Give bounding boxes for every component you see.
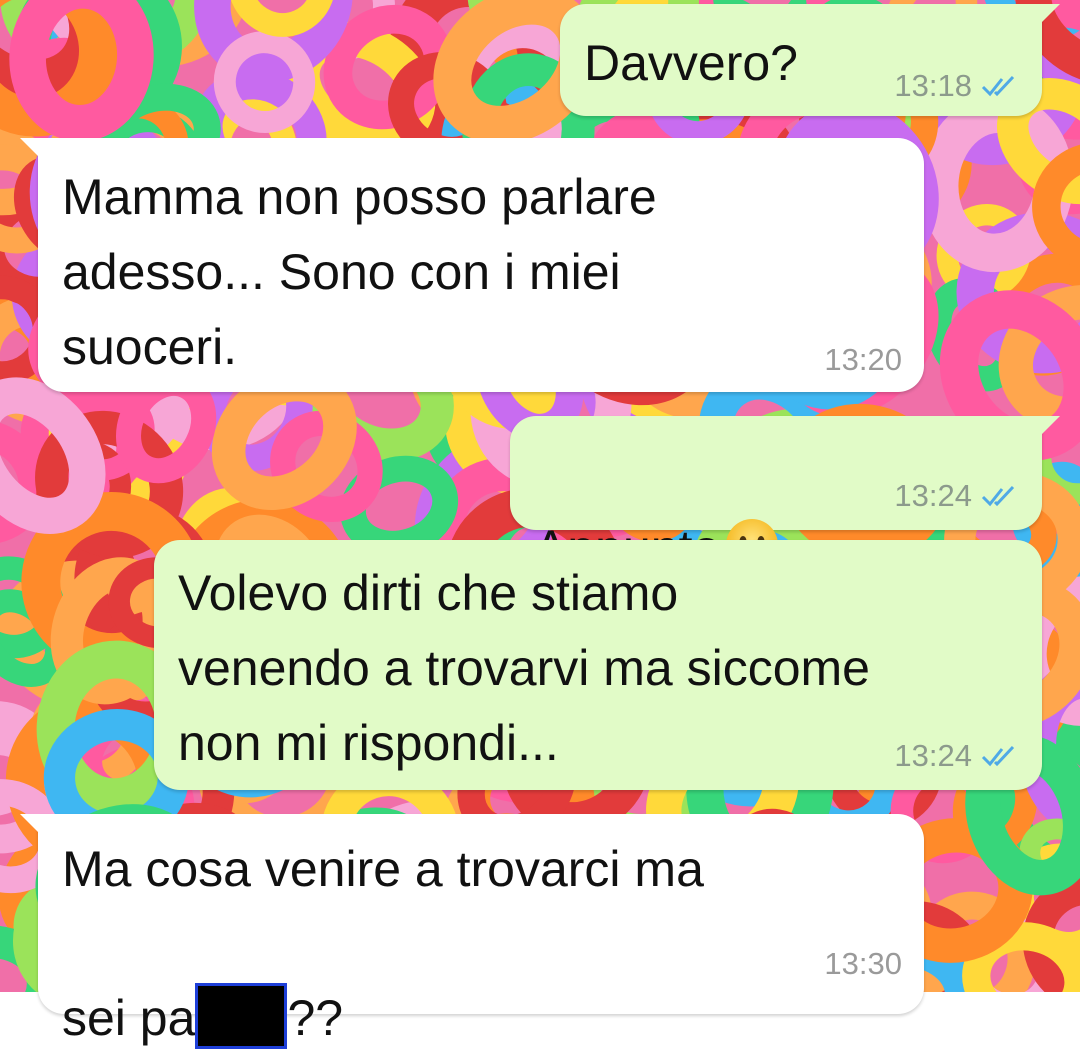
double-check-icon (981, 75, 1015, 97)
timestamp: 13:24 (894, 738, 972, 773)
redaction-box (195, 983, 288, 1049)
message-text: sei pa (62, 990, 196, 1046)
message-text: Mamma non posso parlare adesso... Sono c… (62, 169, 657, 375)
message-text: Volevo dirti che stiamo venendo a trovar… (178, 565, 870, 771)
message-text: Ma cosa venire a trovarci ma (62, 841, 704, 897)
message-bubble-outgoing[interactable]: Appunto 13:24 (510, 416, 1060, 576)
message-time: 13:20 (824, 342, 902, 378)
timestamp: 13:20 (824, 342, 902, 377)
message-time: 13:24 (894, 478, 1020, 514)
timestamp: 13:30 (824, 946, 902, 981)
message-bubble-outgoing[interactable]: Volevo dirti che stiamo venendo a trovar… (154, 540, 1042, 790)
message-bubble-incoming[interactable]: Ma cosa venire a trovarci ma sei pa?? 13… (20, 814, 924, 1049)
message-bubble-outgoing[interactable]: Davvero? 13:18 (560, 4, 1060, 116)
message-time: 13:30 (824, 946, 902, 982)
double-check-icon (981, 485, 1015, 507)
timestamp: 13:18 (894, 68, 972, 103)
message-bubble-incoming[interactable]: Mamma non posso parlare adesso... Sono c… (20, 138, 924, 392)
message-time: 13:24 (894, 738, 1020, 774)
timestamp: 13:24 (894, 478, 972, 513)
message-text: ?? (287, 990, 344, 1046)
message-text: Davvero? (584, 35, 798, 91)
message-time: 13:18 (894, 68, 1020, 104)
double-check-icon (981, 745, 1015, 767)
message-text-row: sei pa?? (62, 906, 343, 1056)
